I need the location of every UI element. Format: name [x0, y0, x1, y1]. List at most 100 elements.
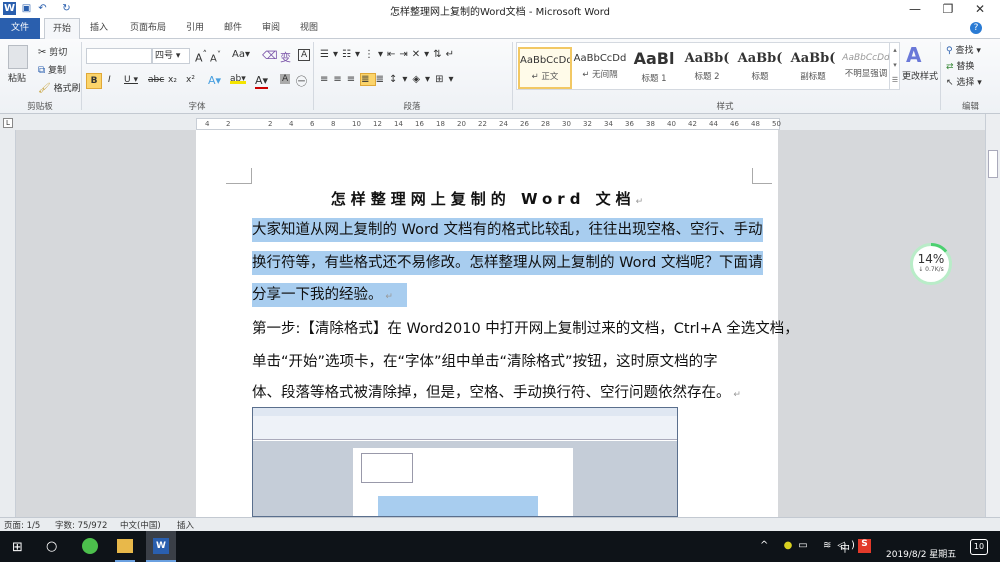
- highlight-icon[interactable]: ab▾: [230, 74, 246, 84]
- tab-home[interactable]: 开始: [44, 18, 80, 40]
- style-name: 不明显强调: [844, 69, 888, 79]
- char-shading-icon[interactable]: A: [280, 74, 291, 84]
- style-name: 标题: [751, 72, 769, 82]
- language-indicator[interactable]: 中文(中国): [120, 519, 161, 531]
- style-subtitle[interactable]: AaBb(副标题: [786, 47, 840, 89]
- style-heading-1[interactable]: AaBl 标题 1: [627, 47, 681, 89]
- bullets-icon[interactable]: ☰▾: [320, 49, 342, 60]
- list-buttons[interactable]: ☰▾☷▾⋮▾⇤⇥✕▾⇅↵: [320, 49, 458, 60]
- bold-button[interactable]: B: [86, 73, 102, 89]
- font-name-select[interactable]: [86, 48, 152, 64]
- tab-insert[interactable]: 插入: [82, 18, 116, 39]
- tab-file[interactable]: 文件: [0, 18, 40, 39]
- doc-line: 体、段落等格式被清除掉，但是，空格、手动换行符、空行问题依然存在。 ↵: [252, 385, 741, 401]
- vertical-ruler[interactable]: [0, 130, 16, 517]
- start-icon[interactable]: ⊞: [12, 540, 23, 555]
- increase-indent-icon[interactable]: ⇥: [399, 49, 411, 60]
- select-button[interactable]: ↖ 选择 ▾: [946, 75, 982, 88]
- format-painter-button[interactable]: 🖌 格式刷: [38, 81, 81, 94]
- find-button[interactable]: ⚲ 查找 ▾: [946, 43, 981, 56]
- line-spacing-icon[interactable]: ↕▾: [389, 74, 412, 85]
- subscript-button[interactable]: x₂: [168, 75, 177, 85]
- italic-button[interactable]: I: [108, 75, 111, 85]
- help-icon[interactable]: ?: [970, 22, 982, 34]
- notification-badge[interactable]: 10: [970, 539, 988, 555]
- change-styles-icon[interactable]: A: [906, 43, 921, 67]
- enclose-char-icon[interactable]: ㊀: [296, 73, 307, 89]
- ruler-tick-label: 6: [310, 120, 315, 128]
- browser-icon[interactable]: [82, 538, 98, 554]
- style-no-spacing[interactable]: AaBbCcDd ↵ 无间隔: [573, 47, 627, 89]
- underline-button[interactable]: U ▾: [124, 75, 138, 85]
- text-effect-icon[interactable]: A▾: [208, 74, 221, 87]
- ime-indicator[interactable]: 中: [840, 540, 850, 555]
- doc-line: 大家知道从网上复制的 Word 文档有的格式比较乱，往往出现空格、空行、手动: [252, 218, 763, 242]
- img-tooltip: [361, 453, 413, 483]
- cut-button[interactable]: ✂ 剪切: [38, 45, 67, 58]
- tab-mailings[interactable]: 邮件: [218, 18, 248, 39]
- document-page[interactable]: 怎样整理网上复制的 Word 文档↵ 大家知道从网上复制的 Word 文档有的格…: [196, 130, 799, 517]
- change-styles-button[interactable]: 更改样式: [902, 69, 938, 82]
- align-center-icon[interactable]: ≡: [333, 74, 346, 85]
- wifi-icon[interactable]: ≋: [823, 540, 837, 551]
- replace-button[interactable]: ⇄ 替换: [946, 59, 974, 72]
- close-button[interactable]: ✕: [960, 0, 1000, 18]
- chinese-layout-icon[interactable]: ✕▾: [412, 49, 433, 60]
- ruler-tick-label: 22: [478, 120, 487, 128]
- horizontal-ruler[interactable]: 4 2 2 4 6 8 10 12 14 16 18 20 22 24 26 28 30 32 34 36 38 40 42…: [196, 118, 781, 130]
- page-count[interactable]: 页面: 1/5: [4, 519, 40, 531]
- ruler-tick-label: 20: [457, 120, 466, 128]
- paste-icon[interactable]: [8, 45, 28, 69]
- align-left-icon[interactable]: ≡: [320, 74, 333, 85]
- style-subtle-emphasis[interactable]: AaBbCcDd 不明显强调: [839, 47, 893, 89]
- tab-review[interactable]: 审阅: [256, 18, 286, 39]
- embedded-screenshot-image[interactable]: [252, 407, 678, 517]
- ruler-tick-label: 44: [709, 120, 718, 128]
- clock-date[interactable]: 2019/8/2 星期五: [886, 547, 956, 560]
- style-title[interactable]: AaBb(标题: [733, 47, 787, 89]
- tab-selector[interactable]: L: [3, 118, 13, 128]
- network-speed-widget[interactable]: 14% ↓ 0.7K/s: [910, 243, 952, 285]
- style-heading-2[interactable]: AaBb(标题 2: [680, 47, 734, 89]
- decrease-indent-icon[interactable]: ⇤: [387, 49, 399, 60]
- ruler-tick-label: 40: [667, 120, 676, 128]
- strikethrough-button[interactable]: abc: [148, 75, 164, 85]
- shading-icon[interactable]: ◈▾: [412, 74, 435, 85]
- justify-icon[interactable]: ≣: [360, 73, 376, 86]
- distribute-icon[interactable]: ≣: [376, 74, 389, 85]
- shrink-font-button[interactable]: A˅: [210, 49, 221, 64]
- styles-scroll[interactable]: ▴ ▾ ☰: [889, 43, 900, 89]
- vertical-scrollbar[interactable]: [985, 114, 1000, 517]
- word-taskbar-button[interactable]: W: [146, 531, 176, 562]
- cortana-icon[interactable]: ○: [46, 539, 57, 554]
- tab-page-layout[interactable]: 页面布局: [122, 18, 174, 39]
- superscript-button[interactable]: x²: [186, 75, 195, 85]
- sogou-icon[interactable]: S: [858, 539, 871, 553]
- file-explorer-icon[interactable]: [117, 539, 133, 553]
- char-border-icon[interactable]: A: [298, 49, 311, 61]
- change-case-button[interactable]: Aa▾: [232, 49, 250, 60]
- align-right-icon[interactable]: ≡: [347, 74, 360, 85]
- tray-app-icon[interactable]: ●: [784, 540, 799, 551]
- copy-button[interactable]: ⧉ 复制: [38, 63, 66, 76]
- ruler-tick-label: 2: [268, 120, 273, 128]
- show-marks-icon[interactable]: ↵: [446, 49, 458, 60]
- clear-format-icon[interactable]: ⌫: [262, 49, 278, 62]
- phonetic-icon[interactable]: 变: [280, 49, 291, 65]
- doc-line: 第一步:【清除格式】在 Word2010 中打开网上复制过来的文档，Ctrl+A…: [252, 321, 799, 337]
- borders-icon[interactable]: ⊞▾: [435, 74, 458, 85]
- paste-button[interactable]: 粘贴: [8, 71, 26, 84]
- scroll-thumb[interactable]: [988, 150, 998, 178]
- grow-font-button[interactable]: A˄: [195, 49, 207, 65]
- sort-icon[interactable]: ⇅: [433, 49, 445, 60]
- align-buttons[interactable]: ≡≡≡≣≣↕▾◈▾⊞▾: [320, 73, 458, 86]
- insert-mode[interactable]: 插入: [177, 519, 194, 531]
- numbering-icon[interactable]: ☷▾: [342, 49, 364, 60]
- word-count[interactable]: 字数: 75/972: [55, 519, 107, 531]
- tab-view[interactable]: 视图: [294, 18, 324, 39]
- multilevel-icon[interactable]: ⋮▾: [364, 49, 387, 60]
- font-color-icon[interactable]: A▾: [255, 74, 269, 89]
- font-size-select[interactable]: 四号 ▾: [152, 48, 190, 64]
- style-normal[interactable]: AaBbCcDd ↵ 正文: [518, 47, 572, 89]
- tab-references[interactable]: 引用: [180, 18, 210, 39]
